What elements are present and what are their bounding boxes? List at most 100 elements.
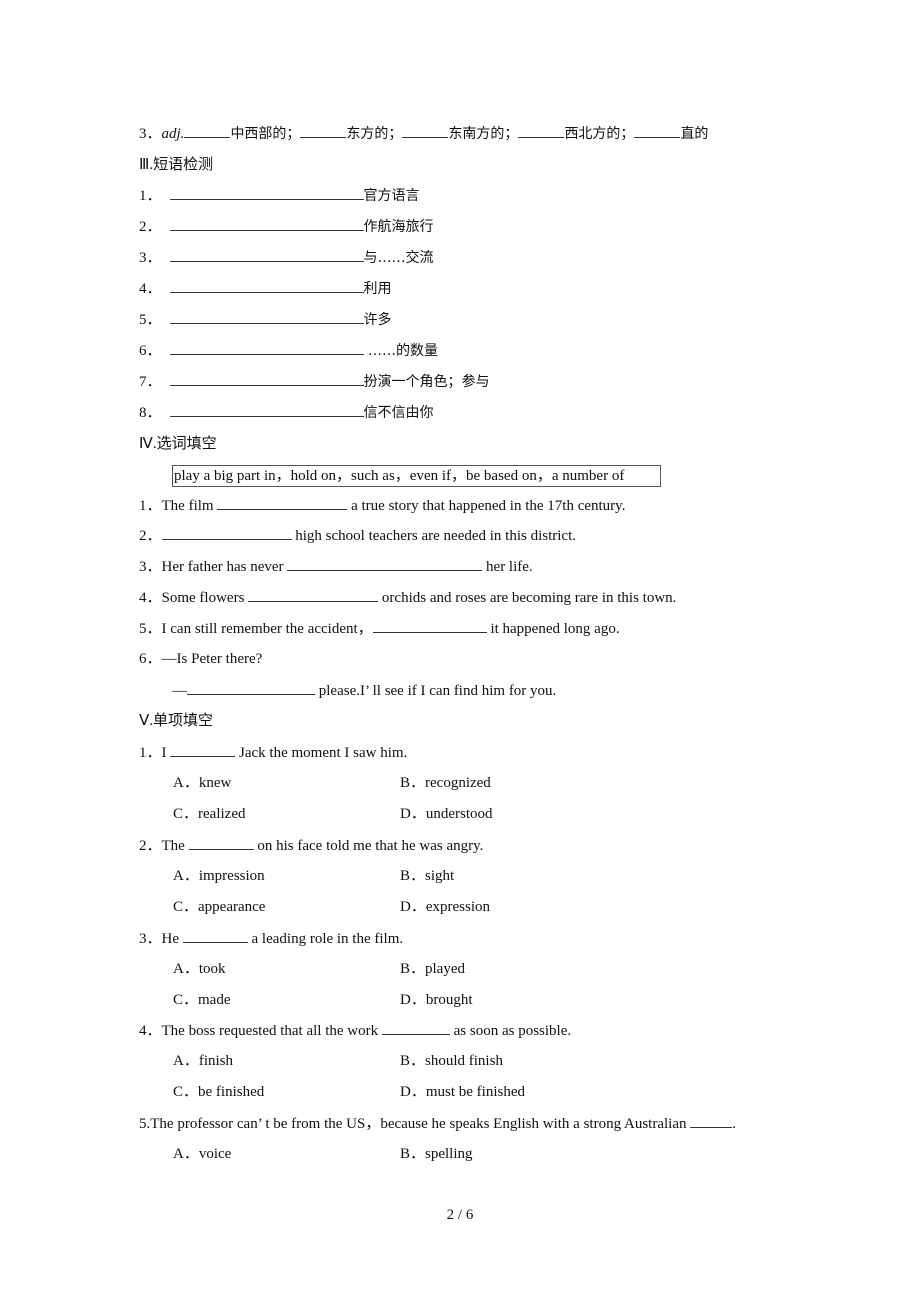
answer-blank[interactable]	[169, 247, 364, 262]
option-a[interactable]: A．impression	[173, 866, 265, 886]
answer-blank[interactable]	[248, 587, 379, 602]
answer-blank[interactable]	[169, 309, 364, 324]
option-text: appearance	[198, 899, 266, 915]
sentence-start: —Is Peter there?	[161, 651, 263, 667]
phrase-item: 8． 信不信由你	[139, 402, 434, 422]
option-text: made	[198, 992, 231, 1008]
sentence-start: The film	[161, 498, 218, 514]
answer-blank[interactable]	[182, 928, 248, 943]
answer-blank[interactable]	[188, 835, 254, 850]
option-letter: B．	[400, 1053, 426, 1069]
option-c[interactable]: C．appearance	[173, 897, 265, 917]
hint: 西北方的；	[564, 126, 635, 142]
option-text: should finish	[425, 1053, 503, 1069]
heading-text: 短语检测	[153, 155, 214, 173]
question-stem-start: The boss requested that all the work	[161, 1023, 382, 1039]
answer-blank[interactable]	[187, 680, 315, 695]
hint: 直的	[680, 126, 709, 142]
option-b[interactable]: B．should finish	[400, 1051, 503, 1071]
answer-blank[interactable]	[169, 185, 364, 200]
question-number: 2．	[139, 838, 162, 854]
dash: —	[172, 683, 187, 699]
option-a[interactable]: A．knew	[173, 773, 231, 793]
item-number: 7．	[139, 374, 162, 390]
sentence-end: orchids and roses are becoming rare in t…	[378, 590, 677, 606]
option-d[interactable]: D．understood	[400, 804, 493, 824]
option-text: be finished	[198, 1084, 265, 1100]
option-letter: A．	[173, 1053, 199, 1069]
heading-text: 选词填空	[156, 434, 217, 452]
question: 3．He a leading role in the film.	[139, 928, 403, 948]
option-b[interactable]: B．sight	[400, 866, 454, 886]
answer-blank[interactable]	[169, 371, 364, 386]
option-letter: A．	[173, 961, 199, 977]
option-c[interactable]: C．be finished	[173, 1082, 264, 1102]
option-d[interactable]: D．brought	[400, 990, 473, 1010]
phrase-item: 7． 扮演一个角色；参与	[139, 371, 490, 391]
answer-blank[interactable]	[634, 123, 681, 138]
sentence-end: a true story that happened in the 17th c…	[347, 498, 626, 514]
answer-blank[interactable]	[372, 618, 487, 633]
option-letter: C．	[173, 992, 199, 1008]
fill-in-item: 4．Some flowers orchids and roses are bec…	[139, 587, 676, 607]
answer-blank[interactable]	[169, 278, 364, 293]
section-heading-multiple-choice: Ⅴ.单项填空	[139, 710, 213, 730]
item-number: 5．	[139, 312, 162, 328]
section-heading-phrases: Ⅲ.短语检测	[139, 154, 213, 174]
option-a[interactable]: A．took	[173, 959, 226, 979]
option-a[interactable]: A．voice	[173, 1144, 231, 1164]
option-b[interactable]: B．played	[400, 959, 465, 979]
option-letter: A．	[173, 868, 199, 884]
option-letter: C．	[173, 806, 199, 822]
answer-blank[interactable]	[381, 1020, 450, 1035]
answer-blank[interactable]	[518, 123, 565, 138]
option-text: recognized	[425, 775, 491, 791]
phrase-hint: 作航海旅行	[363, 219, 434, 235]
answer-blank[interactable]	[169, 402, 364, 417]
question-stem-start: The	[161, 838, 189, 854]
answer-blank[interactable]	[184, 123, 231, 138]
option-d[interactable]: D．expression	[400, 897, 490, 917]
answer-blank[interactable]	[402, 123, 449, 138]
question-stem-start: The professor can’ t be from the US，beca…	[150, 1116, 691, 1132]
item-number: 1．	[139, 188, 162, 204]
vocab-line-3: 3．adj. 中西部的； 东方的； 东南方的； 西北方的； 直的	[139, 123, 708, 143]
question-stem-end: .	[732, 1116, 737, 1132]
sentence-start: Some flowers	[161, 590, 249, 606]
item-number: 8．	[139, 405, 162, 421]
option-a[interactable]: A．finish	[173, 1051, 233, 1071]
word-bank: play a big part in，hold on，such as，even …	[172, 465, 661, 487]
phrase-item: 5． 许多	[139, 309, 392, 329]
roman-numeral: Ⅴ.	[139, 713, 154, 729]
option-d[interactable]: D．must be finished	[400, 1082, 525, 1102]
part-of-speech: adj.	[161, 126, 185, 142]
answer-blank[interactable]	[217, 495, 348, 510]
option-letter: C．	[173, 1084, 199, 1100]
fill-in-item: 1．The film a true story that happened in…	[139, 495, 625, 515]
answer-blank[interactable]	[300, 123, 347, 138]
answer-blank[interactable]	[161, 525, 292, 540]
answer-blank[interactable]	[170, 742, 236, 757]
question-stem-end: Jack the moment I saw him.	[235, 745, 408, 761]
option-letter: D．	[400, 1084, 426, 1100]
option-c[interactable]: C．made	[173, 990, 231, 1010]
item-number: 6．	[139, 651, 162, 667]
option-letter: D．	[400, 992, 426, 1008]
answer-blank[interactable]	[287, 556, 483, 571]
option-c[interactable]: C．realized	[173, 804, 245, 824]
phrase-item: 2． 作航海旅行	[139, 216, 434, 236]
answer-blank[interactable]	[690, 1113, 733, 1128]
answer-blank[interactable]	[169, 340, 364, 355]
option-text: took	[198, 961, 226, 977]
item-number: 3．	[139, 126, 162, 142]
option-letter: A．	[173, 1146, 199, 1162]
question-stem-end: on his face told me that he was angry.	[253, 838, 484, 854]
hint: 东南方的；	[448, 126, 519, 142]
option-b[interactable]: B．spelling	[400, 1144, 473, 1164]
option-b[interactable]: B．recognized	[400, 773, 491, 793]
option-text: realized	[198, 806, 246, 822]
answer-blank[interactable]	[169, 216, 364, 231]
item-number: 3．	[139, 250, 162, 266]
question: 4．The boss requested that all the work a…	[139, 1020, 571, 1040]
option-letter: B．	[400, 775, 426, 791]
